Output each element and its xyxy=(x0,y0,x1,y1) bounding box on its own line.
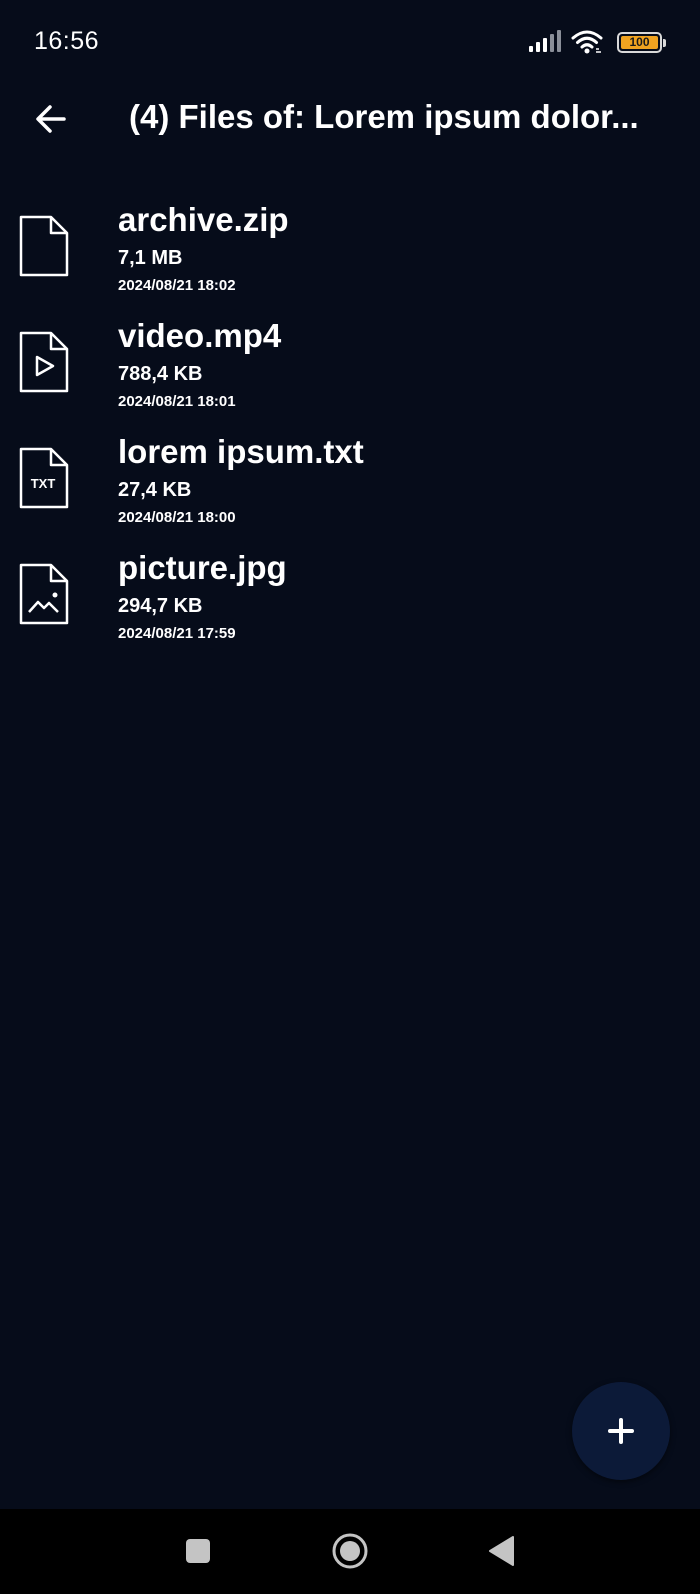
back-triangle-icon xyxy=(489,1536,514,1566)
recents-square-icon xyxy=(186,1539,210,1563)
plus-icon xyxy=(608,1418,634,1444)
file-item-text[interactable]: TXT lorem ipsum.txt 27,4 KB 2024/08/21 1… xyxy=(0,422,700,538)
file-list: archive.zip 7,1 MB 2024/08/21 18:02 vide… xyxy=(0,190,700,654)
status-time: 16:56 xyxy=(34,27,100,55)
battery-icon: 100 xyxy=(617,31,666,53)
file-name: picture.jpg xyxy=(118,549,287,586)
screen: 16:56 100 (4) Files of: Lorem ipsum dolo… xyxy=(0,0,700,1594)
signal-icon xyxy=(529,30,561,52)
video-file-icon xyxy=(18,330,70,394)
file-size: 788,4 KB xyxy=(118,363,203,385)
file-date: 2024/08/21 18:01 xyxy=(118,393,236,410)
app-bar: (4) Files of: Lorem ipsum dolor... xyxy=(0,84,700,154)
file-name: archive.zip xyxy=(118,201,289,238)
nav-recents-button[interactable] xyxy=(176,1529,220,1573)
image-file-icon xyxy=(18,562,70,626)
file-item-video[interactable]: video.mp4 788,4 KB 2024/08/21 18:01 xyxy=(0,306,700,422)
page-title: (4) Files of: Lorem ipsum dolor... xyxy=(129,98,639,135)
add-file-button[interactable] xyxy=(572,1382,670,1480)
battery-level: 100 xyxy=(621,35,658,49)
arrow-left-icon xyxy=(36,105,66,133)
back-button[interactable] xyxy=(26,94,76,144)
wifi-icon xyxy=(571,30,603,54)
text-file-icon: TXT xyxy=(18,446,70,510)
file-date: 2024/08/21 17:59 xyxy=(118,625,236,642)
home-circle-icon xyxy=(332,1533,368,1569)
file-date: 2024/08/21 18:02 xyxy=(118,277,236,294)
file-icon xyxy=(18,214,70,278)
text-file-icon-label: TXT xyxy=(31,476,56,491)
file-name: video.mp4 xyxy=(118,317,282,354)
status-icons: 100 xyxy=(528,28,666,56)
nav-home-button[interactable] xyxy=(328,1529,372,1573)
file-name: lorem ipsum.txt xyxy=(118,433,364,470)
file-size: 27,4 KB xyxy=(118,479,192,501)
file-item-picture[interactable]: picture.jpg 294,7 KB 2024/08/21 17:59 xyxy=(0,538,700,654)
file-item-archive[interactable]: archive.zip 7,1 MB 2024/08/21 18:02 xyxy=(0,190,700,306)
system-nav-bar xyxy=(0,1509,700,1594)
status-bar: 16:56 100 xyxy=(0,0,700,84)
nav-back-button[interactable] xyxy=(480,1529,524,1573)
file-size: 7,1 MB xyxy=(118,247,183,269)
file-size: 294,7 KB xyxy=(118,595,203,617)
file-date: 2024/08/21 18:00 xyxy=(118,509,236,526)
